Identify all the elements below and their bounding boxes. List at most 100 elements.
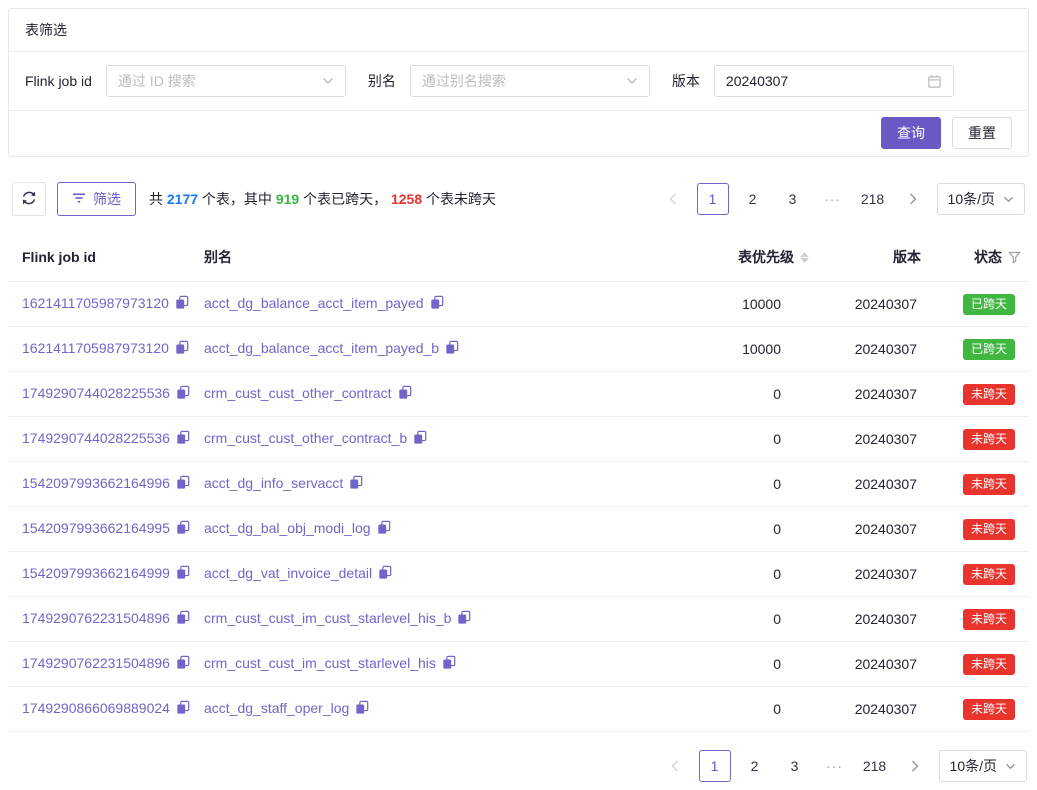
pagination-top: 123···21810条/页 [657, 183, 1025, 215]
copy-icon[interactable] [176, 522, 190, 538]
priority-cell: 0 [649, 372, 809, 417]
status-cell: 未跨天 [921, 552, 1029, 597]
prev-page-button [657, 183, 689, 215]
copy-icon[interactable] [176, 702, 190, 718]
priority-cell: 0 [649, 462, 809, 507]
alias-link[interactable]: acct_dg_info_servacct [204, 475, 343, 491]
refresh-button[interactable] [12, 182, 46, 216]
priority-cell: 10000 [649, 282, 809, 327]
copy-icon[interactable] [175, 297, 189, 313]
copy-icon[interactable] [377, 522, 391, 538]
status-badge: 未跨天 [963, 429, 1015, 450]
alias-link[interactable]: acct_dg_balance_acct_item_payed [204, 295, 424, 311]
table-row: 1749290762231504896 crm_cust_cust_im_cust… [8, 642, 1029, 687]
page-number-2[interactable]: 2 [739, 750, 771, 782]
page-size-select[interactable]: 10条/页 [939, 750, 1027, 782]
calendar-icon [927, 74, 942, 89]
filter-actions: 查询 重置 [9, 111, 1028, 156]
status-cell: 未跨天 [921, 417, 1029, 462]
copy-icon[interactable] [445, 342, 459, 358]
alias-link[interactable]: crm_cust_cust_other_contract_b [204, 430, 407, 446]
copy-icon[interactable] [176, 477, 190, 493]
version-cell: 20240307 [809, 687, 921, 732]
copy-icon[interactable] [176, 657, 190, 673]
alias-link[interactable]: acct_dg_bal_obj_modi_log [204, 520, 371, 536]
copy-icon[interactable] [413, 432, 427, 448]
table-header-row: Flink job id 别名 表优先级 版本 状态 [8, 233, 1029, 282]
copy-icon[interactable] [176, 387, 190, 403]
reset-button[interactable]: 重置 [952, 117, 1012, 149]
version-cell: 20240307 [809, 507, 921, 552]
toolbar: 筛选 共 2177 个表，其中 919 个表已跨天， 1258 个表未跨天 12… [12, 179, 1025, 219]
status-cell: 未跨天 [921, 507, 1029, 552]
flink-job-id-link[interactable]: 1621411705987973120 [22, 295, 169, 311]
page-number-3[interactable]: 3 [777, 183, 809, 215]
next-page-button[interactable] [897, 183, 929, 215]
refresh-icon [21, 190, 37, 209]
page-number-1[interactable]: 1 [697, 183, 729, 215]
copy-icon[interactable] [378, 567, 392, 583]
copy-icon[interactable] [457, 612, 471, 628]
col-header-status[interactable]: 状态 [921, 233, 1029, 282]
flink-job-id-link[interactable]: 1749290762231504896 [22, 655, 170, 671]
filter-button[interactable]: 筛选 [57, 182, 136, 216]
copy-icon[interactable] [430, 297, 444, 313]
version-cell: 20240307 [809, 282, 921, 327]
page-number-1[interactable]: 1 [699, 750, 731, 782]
copy-icon[interactable] [398, 387, 412, 403]
priority-cell: 0 [649, 687, 809, 732]
alias-link[interactable]: crm_cust_cust_im_cust_starlevel_his [204, 655, 436, 671]
page-number-2[interactable]: 2 [737, 183, 769, 215]
col-header-flink-job-id: Flink job id [8, 233, 204, 282]
flink-job-id-link[interactable]: 1542097993662164996 [22, 475, 170, 491]
flink-job-id-link[interactable]: 1749290762231504896 [22, 610, 170, 626]
version-cell: 20240307 [809, 597, 921, 642]
copy-icon[interactable] [349, 477, 363, 493]
page-number-3[interactable]: 3 [779, 750, 811, 782]
copy-icon[interactable] [355, 702, 369, 718]
filter-lines-icon [72, 191, 86, 207]
filter-item-flink-job-id: Flink job id 通过 ID 搜索 [25, 65, 346, 97]
status-cell: 未跨天 [921, 462, 1029, 507]
status-badge: 未跨天 [963, 519, 1015, 540]
flink-job-id-select[interactable]: 通过 ID 搜索 [106, 65, 346, 97]
alias-link[interactable]: acct_dg_staff_oper_log [204, 700, 349, 716]
copy-icon[interactable] [175, 342, 189, 358]
crossed-count: 919 [276, 191, 299, 207]
flink-job-id-link[interactable]: 1749290744028225536 [22, 430, 170, 446]
pagination-bottom: 123···21810条/页 [659, 750, 1027, 782]
next-page-button[interactable] [899, 750, 931, 782]
status-badge: 未跨天 [963, 384, 1015, 405]
copy-icon[interactable] [442, 657, 456, 673]
version-cell: 20240307 [809, 552, 921, 597]
flink-job-id-link[interactable]: 1749290744028225536 [22, 385, 170, 401]
version-cell: 20240307 [809, 417, 921, 462]
flink-job-id-link[interactable]: 1542097993662164999 [22, 565, 170, 581]
flink-job-id-link[interactable]: 1621411705987973120 [22, 340, 169, 356]
col-header-alias: 别名 [204, 233, 649, 282]
page-size-select[interactable]: 10条/页 [937, 183, 1025, 215]
version-date-input[interactable]: 20240307 [714, 65, 954, 97]
flink-job-id-label: Flink job id [25, 73, 92, 89]
alias-link[interactable]: crm_cust_cust_other_contract [204, 385, 392, 401]
alias-link[interactable]: acct_dg_balance_acct_item_payed_b [204, 340, 439, 356]
page-number-218[interactable]: 218 [857, 183, 889, 215]
flink-job-id-link[interactable]: 1542097993662164995 [22, 520, 170, 536]
alias-link[interactable]: crm_cust_cust_im_cust_starlevel_his_b [204, 610, 451, 626]
col-header-priority[interactable]: 表优先级 [649, 233, 809, 282]
priority-cell: 0 [649, 507, 809, 552]
alias-select[interactable]: 通过别名搜索 [410, 65, 650, 97]
page-number-218[interactable]: 218 [859, 750, 891, 782]
table-row: 1542097993662164999 acct_dg_vat_invoice_d… [8, 552, 1029, 597]
query-button[interactable]: 查询 [881, 117, 941, 149]
filter-funnel-icon[interactable] [1008, 251, 1021, 264]
version-label: 版本 [672, 71, 700, 91]
copy-icon[interactable] [176, 432, 190, 448]
copy-icon[interactable] [176, 567, 190, 583]
copy-icon[interactable] [176, 612, 190, 628]
status-cell: 已跨天 [921, 282, 1029, 327]
sort-icon[interactable] [800, 252, 809, 263]
flink-job-id-link[interactable]: 1749290866069889024 [22, 700, 170, 716]
status-cell: 未跨天 [921, 597, 1029, 642]
alias-link[interactable]: acct_dg_vat_invoice_detail [204, 565, 372, 581]
